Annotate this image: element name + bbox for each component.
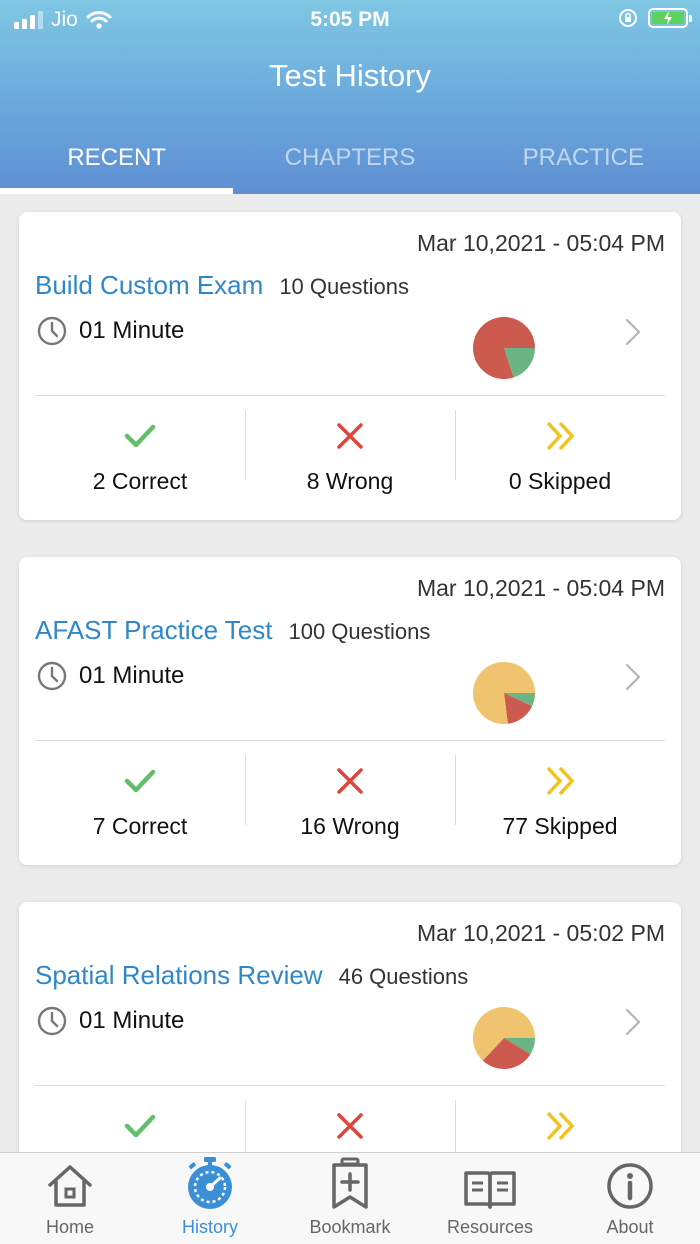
wrong-stat: 8 Wrong <box>245 408 455 508</box>
test-card[interactable]: Mar 10,2021 - 05:04 PM AFAST Practice Te… <box>19 557 681 865</box>
duration-label: 01 Minute <box>79 662 185 689</box>
chevron-right-icon[interactable] <box>625 318 641 346</box>
skipped-stat <box>455 1098 665 1152</box>
test-history-list[interactable]: Mar 10,2021 - 05:04 PM Build Custom Exam… <box>0 194 700 1152</box>
skipped-stat: 77 Skipped <box>455 753 665 853</box>
cross-icon <box>337 768 363 794</box>
bookmark-plus-icon <box>332 1157 368 1209</box>
tabbar-home-label: Home <box>45 1217 94 1237</box>
chevron-right-icon[interactable] <box>625 1008 641 1036</box>
double-chevron-right-icon <box>546 421 575 451</box>
checkmark-icon <box>124 1114 156 1138</box>
tabbar-resources[interactable]: Resources <box>420 1153 560 1244</box>
tabbar-history-label: History <box>181 1217 238 1237</box>
skipped-label: 77 Skipped <box>502 813 618 839</box>
chevron-right-icon[interactable] <box>625 663 641 691</box>
correct-stat: 2 Correct <box>35 408 245 508</box>
duration-row: 01 Minute <box>37 661 184 691</box>
result-stats: 2 Correct 8 Wrong 0 Skipped <box>35 408 665 508</box>
double-chevron-right-icon <box>546 766 575 796</box>
status-bar: Jio 5:05 PM <box>0 0 700 40</box>
duration-row: 01 Minute <box>37 1006 184 1036</box>
test-title-row: AFAST Practice Test 100 Questions <box>35 615 430 646</box>
test-date: Mar 10,2021 - 05:04 PM <box>416 230 665 256</box>
result-pie-chart <box>473 317 535 379</box>
divider <box>35 740 665 741</box>
duration-label: 01 Minute <box>79 317 185 344</box>
clock-icon <box>37 1006 67 1036</box>
test-title-row: Build Custom Exam 10 Questions <box>35 270 409 301</box>
question-count: 10 Questions <box>279 274 409 299</box>
correct-label: 7 Correct <box>92 813 188 839</box>
clock-icon <box>37 661 67 691</box>
stopwatch-icon <box>188 1157 232 1209</box>
bottom-tab-bar: Home History Bookmark Resources About <box>0 1152 700 1244</box>
checkmark-icon <box>124 769 156 793</box>
tabbar-bookmark-label: Bookmark <box>309 1217 391 1237</box>
test-name[interactable]: AFAST Practice Test <box>35 615 272 646</box>
test-title-row: Spatial Relations Review 46 Questions <box>35 960 468 991</box>
page-title: Test History <box>269 58 431 93</box>
test-date: Mar 10,2021 - 05:04 PM <box>416 575 665 601</box>
home-icon <box>48 1165 92 1207</box>
tabbar-bookmark[interactable]: Bookmark <box>280 1153 420 1244</box>
tab-strip: RECENT CHAPTERS PRACTICE <box>0 128 700 194</box>
info-icon <box>607 1163 653 1209</box>
skipped-stat: 0 Skipped <box>455 408 665 508</box>
duration-row: 01 Minute <box>37 316 184 346</box>
wrong-label: 8 Wrong <box>306 468 394 494</box>
wrong-stat <box>245 1098 455 1152</box>
tab-chapters[interactable]: CHAPTERS <box>233 128 466 194</box>
status-right <box>618 8 692 28</box>
checkmark-icon <box>124 424 156 448</box>
tab-recent[interactable]: RECENT <box>0 128 234 194</box>
correct-stat <box>35 1098 245 1152</box>
tabbar-about[interactable]: About <box>560 1153 700 1244</box>
skipped-label: 0 Skipped <box>508 468 612 494</box>
battery-icon <box>648 8 692 28</box>
correct-label: 2 Correct <box>92 468 188 494</box>
orientation-lock-icon <box>619 9 637 27</box>
wrong-label: 16 Wrong <box>300 813 400 839</box>
tabbar-about-label: About <box>606 1217 654 1237</box>
wrong-stat: 16 Wrong <box>245 753 455 853</box>
cross-icon <box>337 1113 363 1139</box>
cross-icon <box>337 423 363 449</box>
result-stats <box>35 1098 665 1152</box>
test-name[interactable]: Build Custom Exam <box>35 270 263 301</box>
test-name[interactable]: Spatial Relations Review <box>35 960 323 991</box>
result-pie-chart <box>473 1007 535 1069</box>
clock-icon <box>37 316 67 346</box>
result-stats: 7 Correct 16 Wrong 77 Skipped <box>35 753 665 853</box>
header: Jio 5:05 PM Test History RECENT CHAPTERS… <box>0 0 700 194</box>
divider <box>35 395 665 396</box>
test-card[interactable]: Mar 10,2021 - 05:04 PM Build Custom Exam… <box>19 212 681 520</box>
tabbar-resources-label: Resources <box>446 1217 534 1237</box>
test-date: Mar 10,2021 - 05:02 PM <box>416 920 665 946</box>
divider <box>35 1085 665 1086</box>
status-time: 5:05 PM <box>310 8 390 31</box>
tab-practice[interactable]: PRACTICE <box>467 128 700 194</box>
test-card[interactable]: Mar 10,2021 - 05:02 PM Spatial Relations… <box>19 902 681 1152</box>
correct-stat: 7 Correct <box>35 753 245 853</box>
question-count: 46 Questions <box>338 964 469 989</box>
result-pie-chart <box>473 662 535 724</box>
tabbar-history[interactable]: History <box>140 1153 280 1244</box>
duration-label: 01 Minute <box>79 1007 185 1034</box>
tabbar-home[interactable]: Home <box>0 1153 140 1244</box>
question-count: 100 Questions <box>288 619 431 644</box>
double-chevron-right-icon <box>546 1111 575 1141</box>
open-book-icon <box>464 1171 516 1209</box>
